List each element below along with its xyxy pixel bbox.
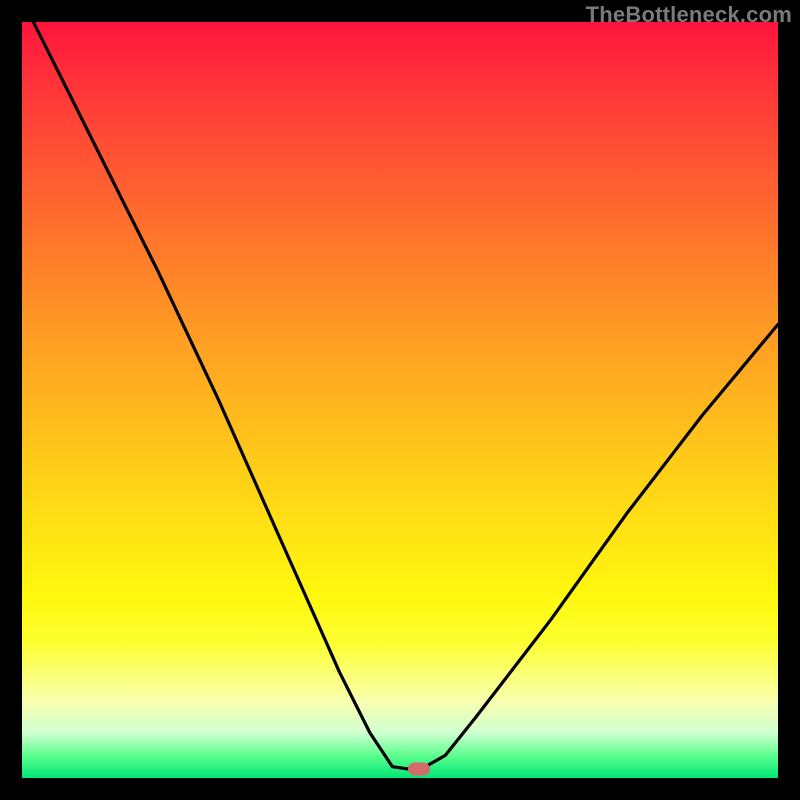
minimum-marker [408,762,430,775]
plot-area [22,22,778,778]
bottleneck-curve [22,22,778,778]
chart-frame: TheBottleneck.com [0,0,800,800]
